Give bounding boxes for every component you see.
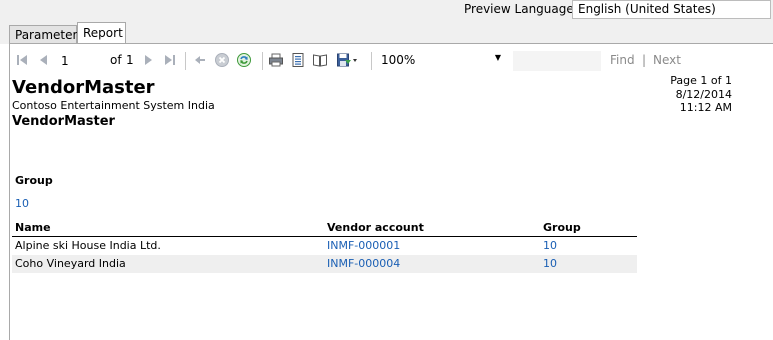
chevron-down-icon: ▼: [494, 53, 501, 62]
vendor-name: Coho Vineyard India: [15, 257, 126, 270]
print-layout-icon[interactable]: [290, 52, 306, 68]
first-page-icon[interactable]: [14, 52, 30, 68]
page-setup-icon[interactable]: [312, 52, 328, 68]
table-row: Coho Vineyard India INMF-000004 10: [12, 255, 637, 273]
vendor-account-link[interactable]: INMF-000004: [327, 257, 400, 270]
zoom-value: 100%: [381, 53, 416, 67]
vendor-account-link[interactable]: INMF-000001: [327, 239, 400, 252]
report-date: 8/12/2014: [675, 87, 732, 101]
toolbar-separator: [371, 52, 372, 70]
export-icon[interactable]: [336, 52, 360, 68]
refresh-icon[interactable]: [236, 52, 252, 68]
vendor-group-link[interactable]: 10: [543, 257, 557, 270]
top-bar: Preview Language: English (United States…: [0, 0, 773, 22]
tab-parameters[interactable]: Parameters: [9, 25, 84, 44]
vendor-name: Alpine ski House India Ltd.: [15, 239, 161, 252]
find-separator: |: [642, 53, 647, 67]
current-page-input[interactable]: 1: [57, 53, 101, 69]
column-header-group: Group: [543, 221, 581, 234]
column-header-name: Name: [15, 221, 51, 234]
toolbar-separator: [262, 52, 263, 70]
find-input[interactable]: [513, 51, 601, 71]
vendor-group-link[interactable]: 10: [543, 239, 557, 252]
report-page-info: Page 1 of 1 8/12/2014 11:12 AM: [640, 74, 732, 115]
zoom-select[interactable]: 100% ▼: [377, 52, 505, 70]
next-link[interactable]: Next: [653, 53, 681, 67]
print-icon[interactable]: [268, 52, 284, 68]
last-page-icon[interactable]: [162, 52, 178, 68]
report-title: VendorMaster: [12, 77, 155, 98]
preview-language-select[interactable]: English (United States): [572, 0, 771, 19]
find-link[interactable]: Find: [610, 53, 635, 67]
page-number: Page 1 of 1: [670, 74, 732, 87]
tab-strip: Parameters Report: [0, 22, 773, 44]
report-subtitle: VendorMaster: [12, 114, 115, 129]
stop-icon[interactable]: [214, 52, 230, 68]
tab-report[interactable]: Report: [77, 22, 126, 44]
next-page-icon[interactable]: [140, 52, 156, 68]
group-value-link[interactable]: 10: [15, 197, 29, 210]
previous-page-icon[interactable]: [36, 52, 52, 68]
report-time: 11:12 AM: [679, 101, 732, 114]
toolbar-separator: [185, 52, 186, 70]
group-heading: Group: [15, 174, 53, 187]
back-icon[interactable]: [192, 52, 208, 68]
of-label: of: [110, 53, 122, 67]
table-row: Alpine ski House India Ltd. INMF-000001 …: [12, 237, 637, 255]
total-pages: 1: [126, 53, 134, 67]
company-name: Contoso Entertainment System India: [12, 99, 215, 112]
report-toolbar: 1 of 1 100% ▼ Find | Next: [10, 48, 773, 74]
preview-language-label: Preview Language:: [464, 2, 578, 16]
column-header-vendor-account: Vendor account: [327, 221, 424, 234]
